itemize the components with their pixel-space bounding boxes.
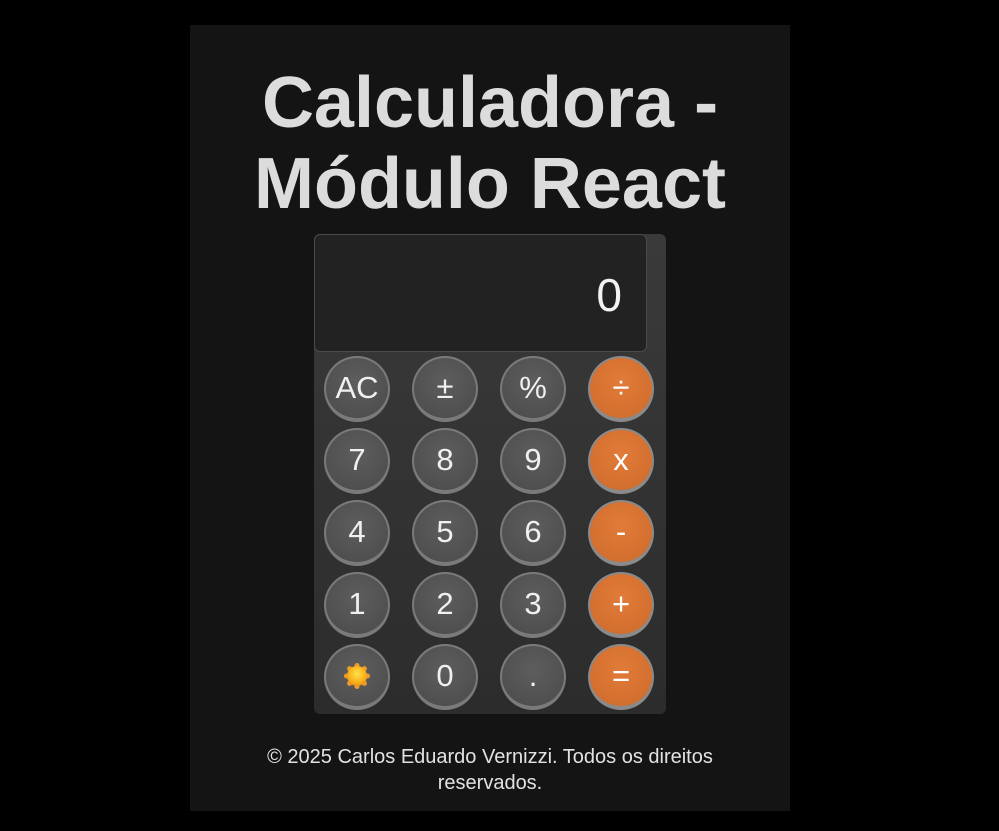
divide-button[interactable]: ÷ bbox=[588, 356, 654, 422]
digit-8-button[interactable]: 8 bbox=[412, 428, 478, 494]
percent-button[interactable]: % bbox=[500, 356, 566, 422]
decimal-button[interactable]: . bbox=[500, 644, 566, 710]
sun-icon bbox=[344, 663, 370, 689]
calculator: 0 AC ± % ÷ 7 8 9 x 4 5 6 - 1 2 3 + 0 . = bbox=[314, 234, 666, 714]
digit-4-button[interactable]: 4 bbox=[324, 500, 390, 566]
digit-3-button[interactable]: 3 bbox=[500, 572, 566, 638]
display: 0 bbox=[314, 234, 647, 352]
clear-button[interactable]: AC bbox=[324, 356, 390, 422]
toggle-sign-button[interactable]: ± bbox=[412, 356, 478, 422]
digit-2-button[interactable]: 2 bbox=[412, 572, 478, 638]
digit-6-button[interactable]: 6 bbox=[500, 500, 566, 566]
equals-button[interactable]: = bbox=[588, 644, 654, 710]
theme-toggle-button[interactable] bbox=[324, 644, 390, 710]
digit-9-button[interactable]: 9 bbox=[500, 428, 566, 494]
digit-5-button[interactable]: 5 bbox=[412, 500, 478, 566]
digit-7-button[interactable]: 7 bbox=[324, 428, 390, 494]
digit-1-button[interactable]: 1 bbox=[324, 572, 390, 638]
display-value: 0 bbox=[596, 269, 622, 321]
add-button[interactable]: + bbox=[588, 572, 654, 638]
digit-0-button[interactable]: 0 bbox=[412, 644, 478, 710]
subtract-button[interactable]: - bbox=[588, 500, 654, 566]
page-container: Calculadora - Módulo React 0 AC ± % ÷ 7 … bbox=[190, 25, 790, 811]
footer-copyright: © 2025 Carlos Eduardo Vernizzi. Todos os… bbox=[267, 746, 713, 794]
page-title: Calculadora - Módulo React bbox=[253, 63, 726, 224]
multiply-button[interactable]: x bbox=[588, 428, 654, 494]
